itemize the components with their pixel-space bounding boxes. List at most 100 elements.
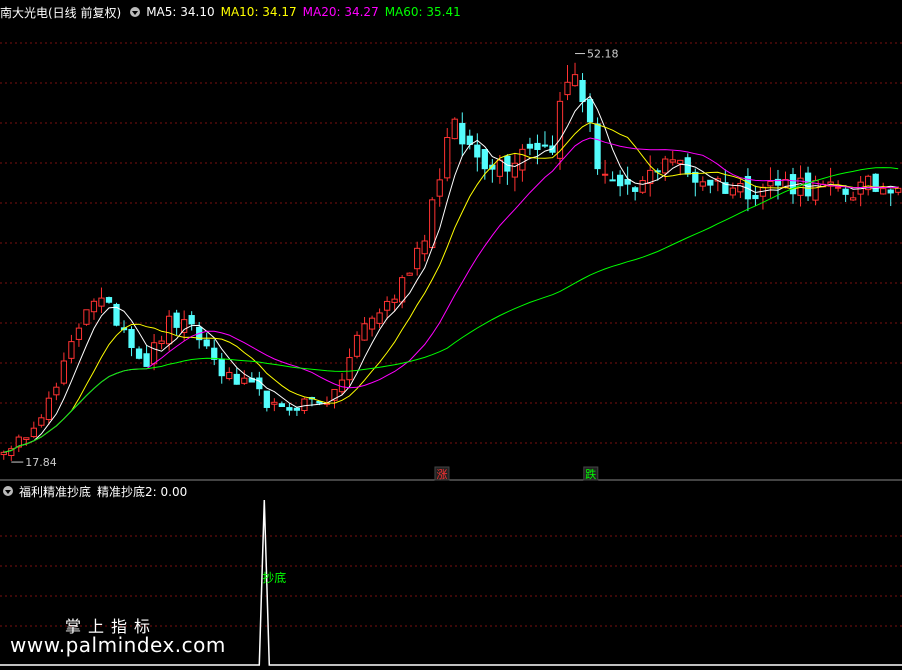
candle-body xyxy=(38,417,45,426)
candle-body xyxy=(135,348,143,359)
candle-body xyxy=(752,194,759,200)
candle-body xyxy=(286,407,293,411)
candle-body xyxy=(414,247,421,270)
candle-body xyxy=(834,186,842,189)
candle-body xyxy=(850,197,857,201)
ma5-line xyxy=(3,95,899,453)
candle-body xyxy=(128,328,135,349)
candle-body xyxy=(842,188,849,195)
candle-body xyxy=(188,315,195,325)
candle-body xyxy=(98,297,105,307)
candle-body xyxy=(662,158,669,174)
candle-body xyxy=(241,377,248,384)
candle-body xyxy=(105,297,113,303)
candle-body xyxy=(571,74,579,87)
main-header: 南大光电(日线 前复权) MA5: 34.10 MA10: 34.17 MA20… xyxy=(0,2,461,22)
ma20-line xyxy=(3,137,899,453)
candle-body xyxy=(579,79,586,103)
sub-header: 福利精准抄底 精准抄底2: 0.00 xyxy=(0,481,187,501)
candle-body xyxy=(481,149,488,170)
candle-body xyxy=(707,179,714,186)
candle-body xyxy=(60,360,68,384)
candle-body xyxy=(75,327,83,340)
candle-body xyxy=(391,298,398,303)
candle-body xyxy=(789,174,797,195)
candle-body xyxy=(632,187,639,192)
candle-body xyxy=(436,179,443,197)
candle-body xyxy=(203,339,210,347)
indicator-title: 福利精准抄底 xyxy=(19,484,92,499)
candle-body xyxy=(376,312,383,324)
candle-body xyxy=(399,277,406,303)
candle-body xyxy=(383,300,391,311)
candle-body xyxy=(586,98,594,123)
candle-body xyxy=(53,386,60,396)
candle-body xyxy=(429,199,436,249)
candle-body xyxy=(451,118,458,140)
candle-body xyxy=(353,334,361,357)
ma60-label: MA60: 35.41 xyxy=(384,5,461,19)
candle-body xyxy=(218,358,225,377)
candle-body xyxy=(150,342,158,365)
stock-title: 南大光电(日线 前复权) xyxy=(0,5,122,20)
signal-marker-label: 跌 xyxy=(585,467,596,481)
ma10-label: MA10: 34.17 xyxy=(220,5,297,19)
candle-body xyxy=(361,323,368,341)
candle-body xyxy=(466,135,473,145)
low-label: 17.84 xyxy=(25,456,57,469)
candle-body xyxy=(609,179,616,182)
candle-body xyxy=(271,401,278,405)
candle-body xyxy=(564,81,571,96)
candle-body xyxy=(143,353,150,367)
signal-marker-label: 涨 xyxy=(436,468,447,481)
candle-body xyxy=(158,340,165,345)
high-label: 52.18 xyxy=(587,48,619,61)
candle-body xyxy=(30,427,37,438)
candle-body xyxy=(767,181,774,187)
candle-body xyxy=(293,407,301,411)
candle-body xyxy=(23,437,30,440)
candle-body xyxy=(226,371,233,380)
candle-body xyxy=(173,312,180,328)
candle-body xyxy=(181,319,188,333)
candle-body xyxy=(594,123,601,170)
candle-body xyxy=(421,240,428,255)
candle-body xyxy=(301,398,308,412)
candle-body xyxy=(68,341,75,359)
candle-body xyxy=(639,180,646,193)
dropdown-icon[interactable] xyxy=(130,7,141,17)
candle-body xyxy=(669,159,676,163)
candle-body xyxy=(233,373,240,385)
chart-stage: 52.18 17.84 涨 跌抄底 南大光电(日线 前复权) MA5: 34.10 M… xyxy=(0,0,902,666)
candle-body xyxy=(496,159,503,177)
candle-body xyxy=(677,159,684,165)
candle-body xyxy=(0,451,7,456)
candle-body xyxy=(346,357,353,381)
candle-body xyxy=(737,182,744,193)
candle-body xyxy=(459,122,466,145)
candle-body xyxy=(406,272,413,276)
dropdown-icon[interactable] xyxy=(3,486,13,496)
candle-body xyxy=(368,317,376,330)
candle-body xyxy=(880,188,887,195)
candle-body xyxy=(729,187,737,196)
candle-body xyxy=(895,187,902,193)
candle-body xyxy=(263,390,270,408)
ma20-label: MA20: 34.27 xyxy=(302,5,379,19)
kline-chart[interactable]: 52.18 17.84 涨 跌抄底 xyxy=(0,0,902,666)
candle-body xyxy=(534,142,541,150)
candle-body xyxy=(556,100,564,159)
candle-body xyxy=(45,397,52,421)
candle-body xyxy=(804,172,812,197)
candle-body xyxy=(211,347,218,360)
indicator-value: 精准抄底2: 0.00 xyxy=(97,484,188,499)
candle-body xyxy=(165,315,173,345)
ma60-line xyxy=(3,167,899,453)
bottom-signal-label: 抄底 xyxy=(262,570,286,585)
candle-body xyxy=(601,173,609,176)
candle-body xyxy=(541,144,549,147)
candle-body xyxy=(526,143,534,149)
candle-body xyxy=(444,136,451,179)
candle-body xyxy=(519,148,526,171)
ma5-label: MA5: 34.10 xyxy=(146,5,215,19)
